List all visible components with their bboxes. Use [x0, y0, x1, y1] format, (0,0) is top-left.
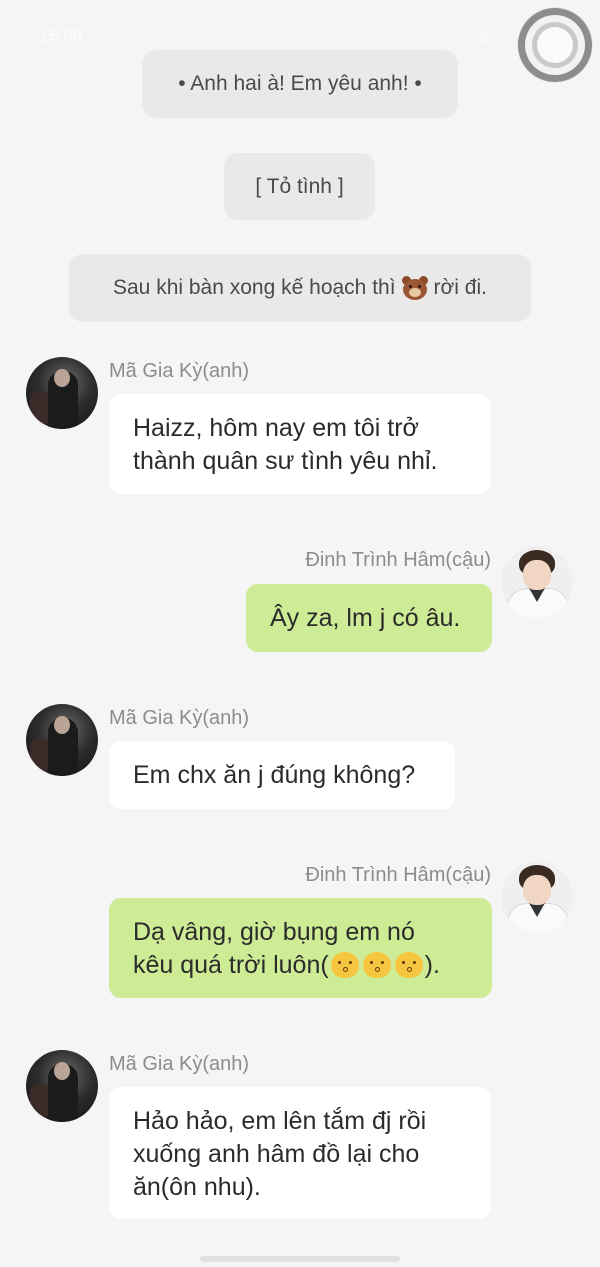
message-bubble[interactable]: Ây za, lm j có âu.: [246, 584, 492, 652]
kissing-face-icon: [362, 952, 391, 978]
message-line: kêu quá trời luôn(: [133, 951, 329, 979]
kissing-face-icon: [330, 952, 359, 978]
message-line: Ây za, lm j có âu.: [270, 604, 461, 632]
avatar-ma-gia-ky[interactable]: [26, 357, 98, 429]
system-message: • Anh hai à! Em yêu anh! •: [142, 50, 458, 118]
message-bubble[interactable]: Hảo hảo, em lên tắm đj rồi xuống anh hâm…: [109, 1087, 491, 1219]
message-line: Haizz, hôm nay em tôi trở: [133, 414, 419, 442]
status-time: 15:00: [40, 26, 83, 45]
message-line: Dạ vâng, giờ bụng em nó: [133, 918, 415, 946]
sender-name: Mã Gia Kỳ(anh): [109, 707, 250, 729]
message-line: thành quân sư tình yêu nhỉ.: [133, 447, 438, 475]
sender-name: Đinh Trình Hâm(cậu): [305, 864, 491, 886]
message-line: ăn(ôn nhu).: [133, 1173, 261, 1201]
avatar-ma-gia-ky[interactable]: [26, 1050, 98, 1122]
signal-indicator: 4G: [476, 30, 495, 46]
message-line: Hảo hảo, em lên tắm đj rồi: [133, 1107, 427, 1135]
system-message-text: rời đi.: [433, 276, 487, 299]
sender-name: Mã Gia Kỳ(anh): [109, 1053, 250, 1075]
system-message: Sau khi bàn xong kế hoạch thì rời đi.: [69, 254, 531, 322]
avatar-dinh-trinh-ham[interactable]: [501, 546, 573, 618]
sender-name: Đinh Trình Hâm(cậu): [305, 549, 491, 571]
assistive-touch-button[interactable]: [518, 8, 592, 82]
message-line: xuống anh hâm đồ lại cho: [133, 1140, 420, 1168]
message-bubble[interactable]: Haizz, hôm nay em tôi trở thành quân sư …: [109, 394, 491, 494]
avatar-ma-gia-ky[interactable]: [26, 704, 98, 776]
message-line: Em chx ăn j đúng không?: [133, 761, 416, 789]
kissing-face-icon: [394, 952, 423, 978]
message-bubble[interactable]: Em chx ăn j đúng không?: [109, 741, 455, 809]
message-line-end: ).: [424, 951, 440, 979]
message-bubble[interactable]: Dạ vâng, giờ bụng em nó kêu quá trời luô…: [109, 898, 492, 998]
avatar-dinh-trinh-ham[interactable]: [501, 861, 573, 933]
system-message: [ Tỏ tình ]: [224, 153, 375, 220]
sender-name: Mã Gia Kỳ(anh): [109, 360, 250, 382]
message-line-2: kêu quá trời luôn().: [133, 949, 468, 982]
system-message-text: Sau khi bàn xong kế hoạch thì: [113, 276, 396, 299]
home-indicator[interactable]: [200, 1256, 400, 1262]
bear-icon: [401, 276, 428, 300]
